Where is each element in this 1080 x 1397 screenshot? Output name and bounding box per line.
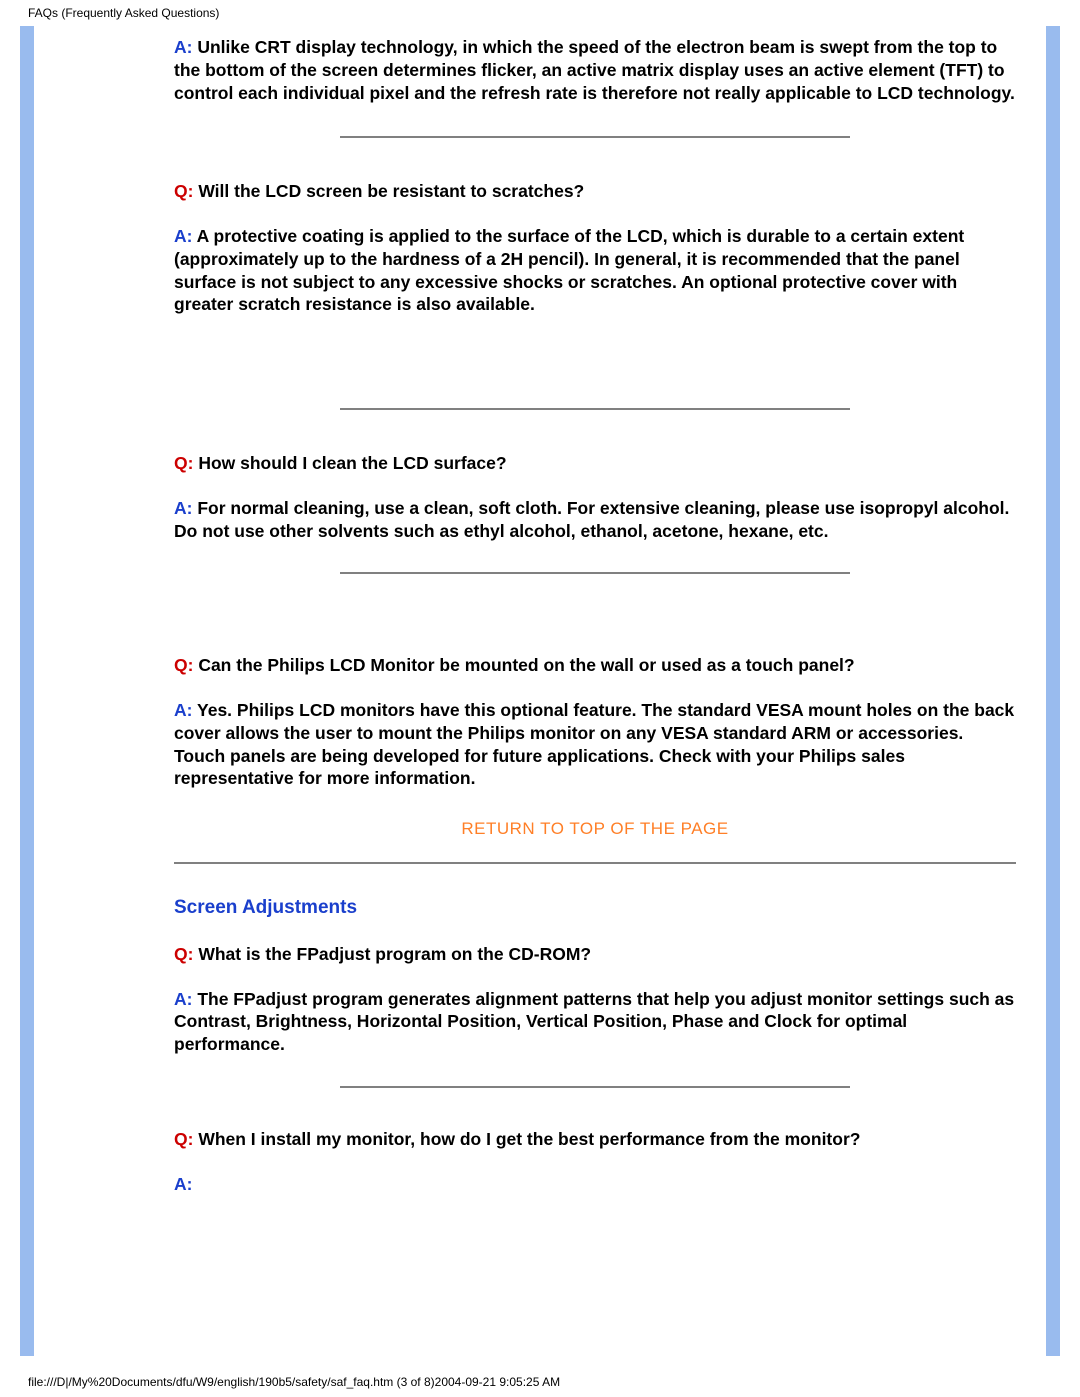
answer-block-3: A: Yes. Philips LCD monitors have this o… [174, 699, 1016, 790]
separator [340, 1086, 850, 1088]
a-label: A: [174, 498, 192, 518]
q-label: Q: [174, 655, 193, 675]
q-text: Can the Philips LCD Monitor be mounted o… [193, 655, 854, 675]
question-block-4: Q: What is the FPadjust program on the C… [174, 943, 1016, 966]
separator [340, 136, 850, 138]
q-label: Q: [174, 1129, 193, 1149]
a-text: For normal cleaning, use a clean, soft c… [174, 498, 1009, 541]
a-text: A protective coating is applied to the s… [174, 226, 964, 314]
a-text: The FPadjust program generates alignment… [174, 989, 1014, 1055]
question-block-2: Q: How should I clean the LCD surface? [174, 452, 1016, 475]
question-block-1: Q: Will the LCD screen be resistant to s… [174, 180, 1016, 203]
answer-block-1: A: A protective coating is applied to th… [174, 225, 1016, 316]
a-label: A: [174, 226, 192, 246]
a-text: Yes. Philips LCD monitors have this opti… [174, 700, 1014, 788]
section-heading-screen-adjustments: Screen Adjustments [174, 896, 1016, 921]
a-label: A: [174, 700, 192, 720]
q-label: Q: [174, 944, 193, 964]
q-text: What is the FPadjust program on the CD-R… [193, 944, 591, 964]
answer-block-4: A: The FPadjust program generates alignm… [174, 988, 1016, 1056]
separator [340, 408, 850, 410]
q-text: Will the LCD screen be resistant to scra… [193, 181, 584, 201]
a-text: Unlike CRT display technology, in which … [174, 37, 1015, 103]
section-separator [174, 862, 1016, 864]
a-label: A: [174, 1174, 192, 1194]
q-label: Q: [174, 181, 193, 201]
q-text: When I install my monitor, how do I get … [193, 1129, 860, 1149]
a-label: A: [174, 37, 192, 57]
q-label: Q: [174, 453, 193, 473]
answer-block-5: A: [174, 1173, 1016, 1196]
content-area: A: Unlike CRT display technology, in whi… [34, 26, 1046, 1195]
q-text: How should I clean the LCD surface? [193, 453, 506, 473]
a-label: A: [174, 989, 192, 1009]
answer-block-2: A: For normal cleaning, use a clean, sof… [174, 497, 1016, 543]
separator [340, 572, 850, 574]
page-footer-path: file:///D|/My%20Documents/dfu/W9/english… [28, 1375, 560, 1389]
question-block-5: Q: When I install my monitor, how do I g… [174, 1128, 1016, 1151]
page-header-path: FAQs (Frequently Asked Questions) [0, 0, 1080, 26]
document-frame: A: Unlike CRT display technology, in whi… [20, 26, 1060, 1356]
answer-block-0: A: Unlike CRT display technology, in whi… [174, 36, 1016, 104]
return-to-top-link[interactable]: RETURN TO TOP OF THE PAGE [174, 818, 1016, 840]
question-block-3: Q: Can the Philips LCD Monitor be mounte… [174, 654, 1016, 677]
